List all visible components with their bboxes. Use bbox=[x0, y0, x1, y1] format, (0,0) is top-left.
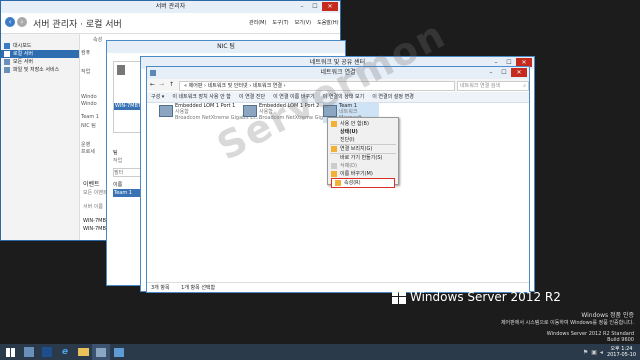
dashboard-icon bbox=[4, 43, 10, 49]
page-title: 서버 관리자 · 로컬 서버 bbox=[33, 20, 122, 30]
menu-tools[interactable]: 도구(T) bbox=[272, 19, 288, 26]
search-input[interactable]: 네트워크 연결 검색 ⌕ bbox=[457, 81, 529, 91]
taskbar: e ⚑ ▣ ◂ 오후 1:24 2017-05-10 bbox=[0, 344, 640, 360]
minimize-button[interactable]: – bbox=[485, 68, 497, 77]
change-settings-button[interactable]: 이 연결의 설정 변경 bbox=[372, 92, 414, 102]
menu-bridge[interactable]: 연결 브리지(G) bbox=[328, 145, 398, 153]
sidebar-item-dashboard[interactable]: 대시보드 bbox=[1, 42, 79, 50]
nic-team-titlebar[interactable]: NIC 팀 bbox=[107, 41, 345, 53]
windows-logo-icon bbox=[392, 290, 406, 304]
menu-status[interactable]: 상태(U) bbox=[328, 128, 398, 136]
network-taskbar-icon[interactable] bbox=[92, 344, 110, 360]
menu-properties[interactable]: 속성(R) bbox=[331, 178, 395, 188]
clock[interactable]: 오후 1:24 2017-05-10 bbox=[607, 346, 636, 358]
servers-icon bbox=[4, 59, 10, 65]
nic-team-title: NIC 팀 bbox=[217, 43, 235, 50]
shield-icon bbox=[331, 121, 337, 127]
sidebar-item-file-storage[interactable]: 파일 및 저장소 서비스 bbox=[1, 66, 79, 74]
internet-explorer-taskbar-icon[interactable]: e bbox=[56, 344, 74, 360]
close-button[interactable]: ✕ bbox=[322, 2, 338, 11]
control-panel-taskbar-icon[interactable] bbox=[110, 344, 128, 360]
maximize-button[interactable]: ☐ bbox=[309, 2, 321, 11]
edition-info: Windows Server 2012 R2 Standard Build 96… bbox=[546, 331, 634, 343]
server-icon bbox=[4, 51, 10, 57]
shield-icon bbox=[335, 180, 341, 186]
windows-start-icon bbox=[5, 347, 15, 357]
menu-delete: 삭제(D) bbox=[328, 162, 398, 170]
shield-icon bbox=[331, 146, 337, 152]
storage-icon bbox=[4, 67, 10, 73]
sidebar-item-local-server[interactable]: 로컬 서버 bbox=[1, 50, 79, 58]
volume-icon[interactable]: ◂ bbox=[600, 349, 603, 356]
activation-notice: Windows 정품 인증 제어판에서 시스템으로 이동하여 Windows를 … bbox=[500, 312, 634, 326]
powershell-taskbar-icon[interactable] bbox=[38, 344, 56, 360]
file-explorer-taskbar-icon[interactable] bbox=[74, 344, 92, 360]
window-icon bbox=[150, 70, 156, 76]
menu-diagnose[interactable]: 진단(I) bbox=[328, 136, 398, 144]
menu-rename[interactable]: 이름 바꾸기(M) bbox=[328, 170, 398, 178]
back-icon[interactable]: ‹ bbox=[5, 17, 15, 27]
menu-shortcut[interactable]: 바로 가기 만들기(S) bbox=[328, 154, 398, 162]
menu-disable[interactable]: 사용 안 함(B) bbox=[328, 120, 398, 128]
shield-icon bbox=[331, 163, 337, 169]
menu-view[interactable]: 보기(V) bbox=[295, 19, 312, 26]
item-count: 3개 항목 bbox=[151, 285, 170, 291]
server-manager-sidebar: 대시보드 로컬 서버 모든 서버 파일 및 저장소 서비스 bbox=[1, 34, 80, 240]
organize-button[interactable]: 구성 ▾ bbox=[151, 92, 164, 102]
nav-up-icon[interactable]: ↑ bbox=[169, 81, 174, 88]
search-icon: ⌕ bbox=[523, 83, 526, 89]
flag-icon[interactable]: ⚑ bbox=[583, 349, 588, 356]
diagnose-button[interactable]: 이 연결 진단 bbox=[239, 92, 265, 102]
server-manager-titlebar[interactable]: 서버 관리자 – ☐ ✕ bbox=[1, 1, 340, 13]
start-button[interactable] bbox=[0, 344, 20, 360]
nav-forward-icon[interactable]: → bbox=[159, 81, 164, 88]
server-manager-header: ‹ › 서버 관리자 · 로컬 서버 관리(M) 도구(T) 보기(V) 도움말… bbox=[1, 13, 340, 34]
tray-icons[interactable]: ⚑ ▣ ◂ bbox=[583, 349, 603, 356]
menu-help[interactable]: 도움말(H) bbox=[317, 19, 338, 26]
forward-icon[interactable]: › bbox=[17, 17, 27, 27]
nav-back-icon[interactable]: ← bbox=[150, 81, 155, 88]
close-button[interactable]: ✕ bbox=[511, 68, 527, 77]
menu-manage[interactable]: 관리(M) bbox=[249, 19, 266, 26]
sidebar-item-all-servers[interactable]: 모든 서버 bbox=[1, 58, 79, 66]
maximize-button[interactable]: ☐ bbox=[498, 68, 510, 77]
server-manager-title: 서버 관리자 bbox=[155, 3, 186, 10]
server-manager-taskbar-icon[interactable] bbox=[20, 344, 38, 360]
nic-team-icon bbox=[117, 65, 125, 75]
context-menu: 사용 안 함(B) 상태(U) 진단(I) 연결 브리지(G) 바로 가기 만들… bbox=[327, 117, 399, 188]
network-adapter-icon bbox=[159, 105, 173, 117]
disable-device-button[interactable]: 이 네트워크 장치 사용 안 함 bbox=[172, 92, 231, 102]
minimize-button[interactable]: – bbox=[296, 2, 308, 11]
product-name: Windows Server 2012 R2 bbox=[410, 290, 561, 304]
network-tray-icon[interactable]: ▣ bbox=[591, 349, 597, 356]
selected-count: 1개 항목 선택함 bbox=[181, 285, 216, 291]
shield-icon bbox=[331, 171, 337, 177]
